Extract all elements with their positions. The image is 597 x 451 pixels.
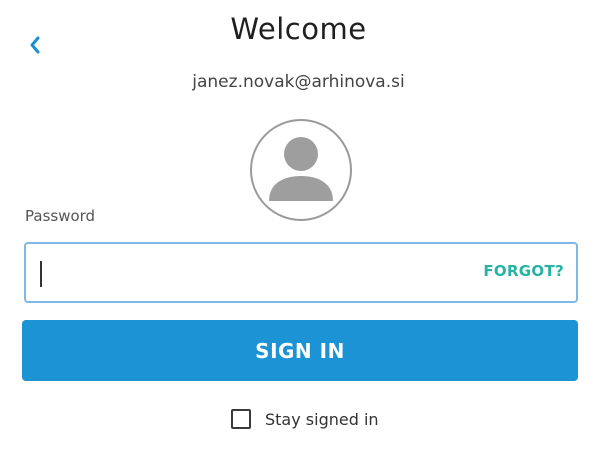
text-caret [40, 261, 42, 287]
account-email: janez.novak@arhinova.si [192, 72, 405, 92]
sign-in-button[interactable]: SIGN IN [22, 320, 578, 381]
password-input[interactable] [36, 252, 480, 296]
stay-signed-in-option[interactable]: Stay signed in [231, 405, 379, 433]
password-field: FORGOT? [24, 242, 578, 303]
user-silhouette-icon [269, 137, 333, 201]
avatar [250, 119, 352, 221]
password-label: Password [25, 207, 96, 225]
login-screen: Welcome janez.novak@arhinova.si Password… [0, 0, 597, 451]
page-title: Welcome [230, 12, 367, 46]
forgot-password-link[interactable]: FORGOT? [483, 262, 564, 280]
stay-signed-in-checkbox[interactable] [231, 409, 251, 429]
stay-signed-in-label: Stay signed in [265, 409, 379, 429]
